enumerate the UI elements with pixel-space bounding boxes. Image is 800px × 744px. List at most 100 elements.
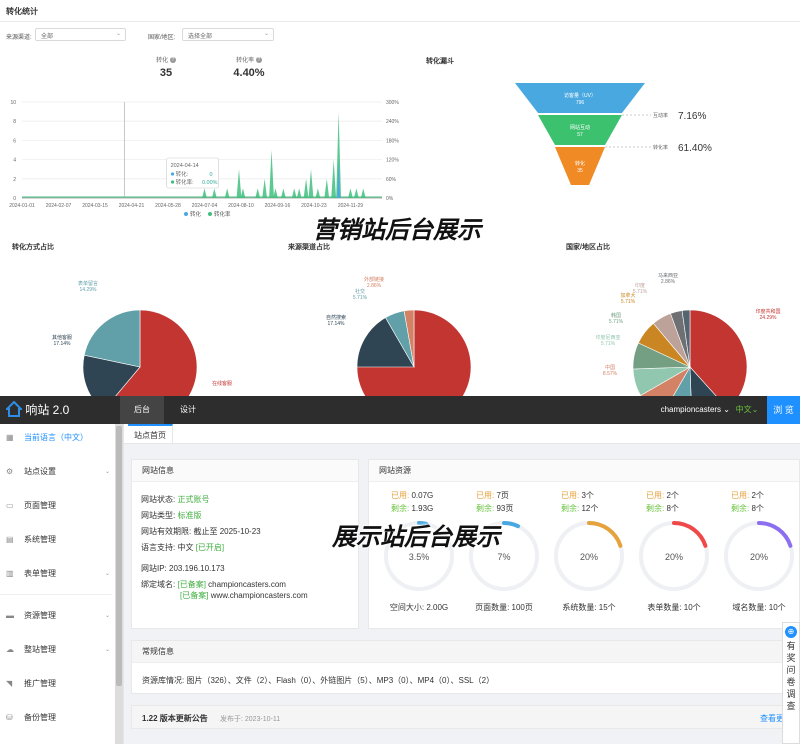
site-info-title: 网站信息 (132, 460, 358, 482)
sidebar-item-backup[interactable]: ⛁ 备份管理 (0, 708, 112, 728)
ring-percent: 20% (579, 552, 598, 562)
pie-label-name: 在线客服 (212, 380, 232, 387)
overlay-caption-showcase: 展示站后台展示 (332, 524, 500, 551)
y-tick-label: 6 (13, 138, 16, 144)
ring-label: 表单数量: 10个 (647, 603, 701, 612)
sidebar-item-label: 站点设置 (24, 467, 56, 476)
sidebar-item-resource-management[interactable]: ▬ 资源管理 ⌄ (0, 606, 112, 626)
sidebar-item-site-settings[interactable]: ⚙ 站点设置 ⌄ (0, 462, 112, 482)
used-value: 2个 (666, 491, 679, 500)
left-value: 8个 (666, 504, 679, 513)
sidebar-item-page-management[interactable]: ▭ 页面管理 (0, 496, 112, 516)
view-more-link[interactable]: 查看更 (760, 713, 784, 724)
common-info-title: 常规信息 (132, 641, 799, 663)
tab-site-home[interactable]: 站点首页 (128, 424, 173, 444)
legend-label[interactable]: 转化 (190, 210, 202, 218)
left-value: 93页 (496, 504, 514, 513)
pie-label-name: 韩国 (611, 312, 621, 319)
funnel-rate-value: 61.40% (678, 143, 712, 154)
update-date: 发布于: 2023-10-11 (220, 716, 281, 723)
status-key: 网站状态: (141, 495, 176, 504)
conversion-stats-panel: 转化统计 来源渠道: 全部 ⌄ 国家/地区: 选择全部 ⌄ 转化 ? 35 转化… (0, 0, 800, 396)
common-info-card: 常规信息 资源库情况: 图片（326）、文件（2）、Flash（0）、外链图片（… (131, 640, 800, 694)
sidebar-item-promotion[interactable]: ◥ 推广管理 (0, 674, 112, 694)
country-filter-select[interactable]: 选择全部 ⌄ (182, 28, 274, 41)
left-value: 12个 (581, 504, 599, 513)
sidebar-item-system-management[interactable]: ▤ 系统管理 (0, 530, 112, 550)
ip-value: 203.196.10.173 (169, 564, 225, 573)
kpi-value: 35 (159, 67, 173, 79)
app-name: 响站 2.0 (25, 403, 70, 417)
pie-label-pct: 2.86% (661, 279, 676, 285)
type-key: 网站类型: (141, 511, 176, 520)
x-tick-label: 2024-08-10 (228, 203, 254, 209)
pie-label-pct: 5.71% (621, 299, 636, 305)
nav-tab-design[interactable]: 设计 (166, 396, 210, 424)
pie-label-pct: 14.29% (80, 287, 98, 293)
funnel-stage-value: 796 (576, 100, 585, 106)
left-label: 剩余: (731, 504, 750, 513)
chevron-down-icon: ⌄ (115, 31, 121, 37)
sidebar-scrollbar-thumb[interactable] (116, 426, 122, 686)
data-peak (360, 188, 366, 198)
tooltip-date: 2024-04-14 (171, 163, 199, 169)
data-peak (315, 188, 321, 198)
domain-link[interactable]: championcasters.com (208, 580, 286, 589)
language-key: 语言支持: (141, 543, 176, 552)
pie-label-pct: 5.71% (353, 295, 368, 301)
resource-item: 已用: 3个 剩余: 12个 20% 系统数量: 15个 (551, 490, 631, 620)
data-peak (291, 188, 297, 198)
chart-tooltip: 2024-04-14转化: 0 转化率: 0.00% (166, 157, 219, 189)
browse-button[interactable]: 浏 览 (767, 396, 800, 424)
pie-label-name: 印度共和国 (755, 308, 780, 315)
used-value: 2个 (751, 491, 764, 500)
document-icon: ▤ (6, 535, 14, 544)
source-filter-select[interactable]: 全部 ⌄ (35, 28, 126, 41)
pie-label-name: 中国 (605, 364, 615, 371)
survey-label: 有奖问卷调查 (783, 640, 799, 712)
resource-item: 已用: 0.07G 剩余: 1.93G 3.5% 空间大小: 2.00G (381, 490, 461, 620)
type-value: 标准版 (177, 511, 202, 520)
language-switch[interactable]: 中文⌄ (732, 396, 762, 424)
folder-icon: ▬ (6, 611, 14, 620)
funnel-stage-value: 57 (577, 132, 583, 138)
sidebar-item-current-language[interactable]: ▦ 当前语言（中文） (0, 428, 112, 448)
domain-filed-tag: [已备案] (180, 591, 209, 600)
language-value: 中文 (735, 405, 752, 414)
country-filter-value: 选择全部 (188, 34, 213, 40)
site-resources-title: 网站资源 (369, 460, 799, 482)
conversion-trend-chart: 0 2 4 6 8 10 0% 60% 120% 180% 240% 300% 2024-01-01 20… (9, 100, 399, 218)
funnel-stage-name: 网站互动 (570, 124, 590, 131)
help-icon[interactable]: ? (169, 57, 176, 64)
kpi-conversions: 转化 ? 35 (150, 55, 182, 79)
kpi-label: 转化率 (236, 58, 255, 64)
y2-tick-label: 300% (386, 100, 399, 106)
nav-tab-backend[interactable]: 后台 (120, 396, 164, 424)
update-notice: 1.22 版本更新公告 发布于: 2023-10-11 查看更 (131, 705, 800, 729)
ring-percent: 20% (749, 552, 768, 562)
legend-dot (184, 212, 188, 216)
pie-label-name: 自然搜索 (326, 314, 346, 321)
sidebar-item-label: 推广管理 (24, 679, 56, 688)
chevron-down-icon: ⌄ (751, 405, 759, 414)
data-peak (211, 188, 217, 198)
domain-link[interactable]: www.championcasters.com (211, 591, 308, 600)
survey-floating-button[interactable]: ⊕ 有奖问卷调查 (782, 622, 800, 744)
ring-label: 空间大小: 2.00G (389, 603, 449, 612)
stats-title: 转化统计 (6, 7, 38, 16)
used-label: 已用: (646, 491, 665, 500)
x-tick-label: 2024-11-29 (338, 203, 363, 209)
resource-item: 已用: 2个 剩余: 8个 20% 表单数量: 10个 (636, 490, 716, 620)
user-menu[interactable]: championcasters ⌄ (640, 396, 730, 424)
legend-label[interactable]: 转化率 (214, 210, 231, 218)
sidebar-item-site-management[interactable]: ☁ 整站管理 ⌄ (0, 640, 112, 660)
sidebar-item-form-management[interactable]: ▥ 表单管理 ⌄ (0, 564, 112, 584)
funnel-stage-name: 转化 (575, 160, 585, 167)
app-logo[interactable]: 响站 2.0 (4, 400, 70, 418)
chevron-down-icon: ⌄ (104, 571, 110, 577)
chevron-down-icon: ⌄ (104, 613, 110, 619)
language-enabled-tag: [已开启] (195, 543, 225, 552)
help-icon[interactable]: ? (255, 57, 262, 64)
funnel-rate-value: 7.16% (678, 111, 706, 122)
y2-tick-label: 60% (386, 177, 397, 183)
